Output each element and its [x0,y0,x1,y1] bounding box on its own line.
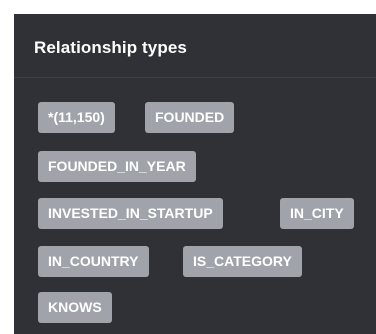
relationship-tag-in-country[interactable]: IN_COUNTRY [38,246,149,277]
relationship-tag-founded-in-year[interactable]: FOUNDED_IN_YEAR [38,151,196,182]
relationship-tag-in-city[interactable]: IN_CITY [280,198,354,229]
relationship-tag-knows[interactable]: KNOWS [38,292,112,323]
relationship-tag-all[interactable]: *(11,150) [38,102,115,133]
panel-title: Relationship types [34,38,187,57]
relationship-tag-invested-in-startup[interactable]: INVESTED_IN_STARTUP [38,198,223,229]
divider [14,77,376,78]
relationship-tag-founded[interactable]: FOUNDED [145,102,235,133]
relationship-tag-is-category[interactable]: IS_CATEGORY [183,246,302,277]
relationship-types-panel: Relationship types *(11,150) FOUNDED FOU… [14,14,376,334]
